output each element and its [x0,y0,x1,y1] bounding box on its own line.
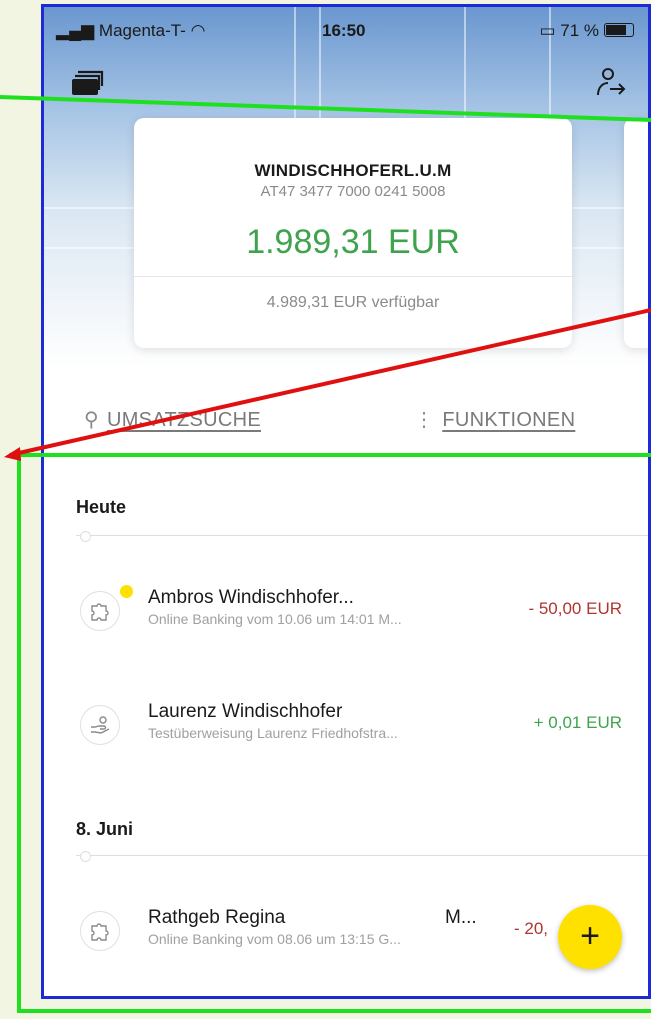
transaction-row[interactable]: Ambros Windischhofer... Online Banking v… [44,585,648,647]
add-fab-button[interactable]: + [558,905,622,969]
transaction-subtitle: Online Banking vom 08.06 um 13:15 G... [148,931,401,947]
annotation-red-arrowhead [4,447,21,461]
transaction-amount: - 20, [514,919,549,938]
card-divider [134,276,572,277]
status-carrier: ▂▄▆ Magenta-T- ◠ [56,21,206,40]
accounts-stack-icon[interactable] [70,67,106,103]
status-time: 16:50 [322,21,366,40]
account-available: 4.989,31 EUR verfügbar [266,294,440,311]
section-header-date: 8. Juni [76,819,134,839]
signal-icon: ▂▄▆ [56,21,99,40]
timeline-dot [80,851,91,862]
wifi-icon: ◠ [185,21,206,40]
transaction-subtitle: Testüberweisung Laurenz Friedhofstra... [148,725,398,741]
functions-button[interactable]: ⋮ FUNKTIONEN [414,407,575,432]
section-divider [76,535,648,536]
more-vertical-icon: ⋮ [414,409,435,431]
next-account-card[interactable] [624,118,648,348]
timeline-dot [80,531,91,542]
status-battery: ▭ 71 % [539,21,634,41]
transaction-subtitle: Online Banking vom 10.06 um 14:01 M... [148,611,402,627]
search-icon: ⚲ [84,409,99,431]
hand-coin-icon [80,705,120,745]
transaction-amount: - 50,00 EUR [528,599,622,618]
transaction-row[interactable]: Laurenz Windischhofer Testüberweisung La… [44,701,648,761]
puzzle-icon [80,591,120,631]
puzzle-icon [80,911,120,951]
transaction-search-button[interactable]: ⚲ UMSATZSUCHE [84,407,261,432]
transaction-title: Ambros Windischhofer... [148,587,354,608]
transaction-amount: + 0,01 EUR [533,713,622,732]
account-name: WINDISCHHOFERL.U.M [254,161,452,180]
phone-screen: ▂▄▆ Magenta-T- ◠ 16:50 ▭ 71 % WINDISCHHO… [41,4,651,999]
transaction-title: Rathgeb Regina M... [148,907,477,928]
account-card[interactable]: WINDISCHHOFERL.U.M AT47 3477 7000 0241 5… [134,118,572,348]
transaction-title: Laurenz Windischhofer [148,701,343,722]
section-header-today: Heute [76,497,127,517]
screen-mirror-icon: ▭ [539,21,561,40]
section-divider [76,855,648,856]
unread-indicator [120,585,133,598]
account-iban: AT47 3477 7000 0241 5008 [260,183,446,200]
battery-icon [604,23,634,37]
logout-icon[interactable] [594,65,630,101]
account-balance: 1.989,31 EUR [246,223,460,261]
